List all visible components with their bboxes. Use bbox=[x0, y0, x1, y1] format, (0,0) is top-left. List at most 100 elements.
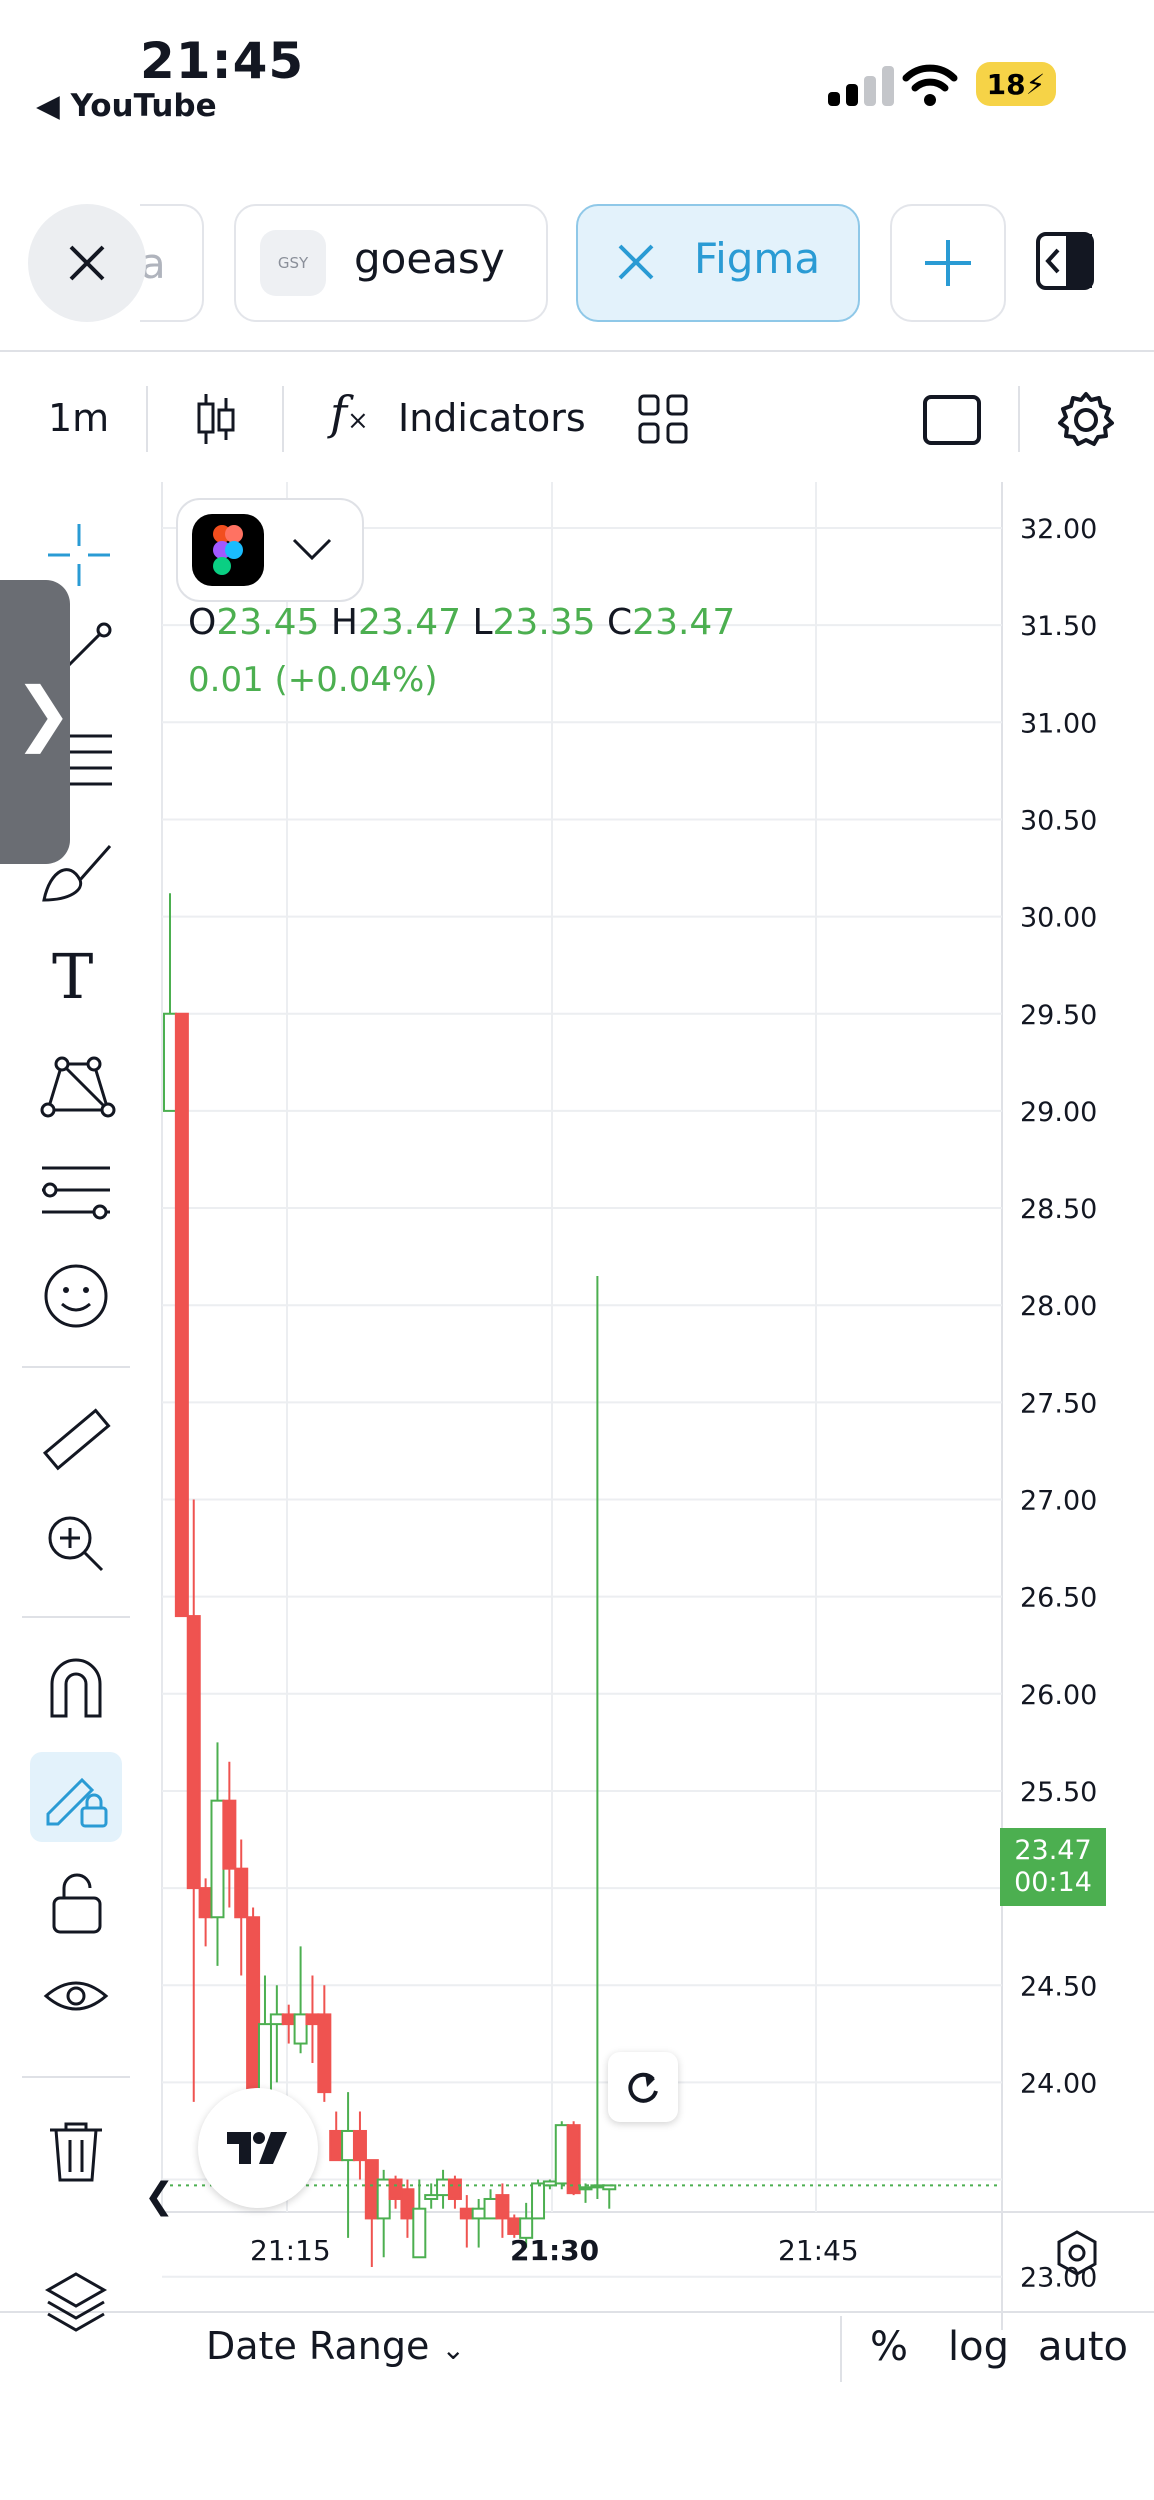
tab-partial[interactable]: a bbox=[140, 204, 204, 322]
time-axis-label: 21:45 bbox=[778, 2234, 859, 2267]
interval-button[interactable]: 1m bbox=[48, 396, 109, 440]
close-key: C bbox=[607, 602, 633, 643]
candle-body bbox=[210, 1799, 225, 1919]
candle-body bbox=[329, 2129, 344, 2162]
zoom-in-icon[interactable] bbox=[44, 1512, 108, 1576]
candle-body bbox=[234, 1867, 249, 1919]
indicators-button[interactable]: Indicators bbox=[398, 396, 586, 440]
candlestick-chart[interactable]: 32.00 31.50 31.00 30.50 30.00 29.50 29.00 28.50… bbox=[0, 482, 1154, 2330]
text-tool-icon[interactable]: T bbox=[52, 940, 93, 1013]
candles-chart-type-icon[interactable] bbox=[194, 392, 238, 446]
candle-body bbox=[507, 2217, 522, 2235]
price-axis-label: 30.50 bbox=[1020, 805, 1097, 836]
close-tab-icon[interactable] bbox=[616, 242, 656, 282]
open-value: 23.45 bbox=[216, 602, 320, 643]
wifi-icon bbox=[902, 64, 958, 106]
price-axis-label: 31.50 bbox=[1020, 611, 1097, 642]
close-icon bbox=[69, 245, 105, 281]
price-axis-label: 28.50 bbox=[1020, 1194, 1097, 1225]
symbol-selector[interactable] bbox=[176, 498, 364, 602]
candle-body bbox=[424, 2194, 439, 2200]
tab-goeasy-label: goeasy bbox=[354, 234, 505, 283]
goeasy-badge: GSY bbox=[260, 230, 326, 296]
ruler-icon[interactable] bbox=[38, 1402, 114, 1478]
axis-settings-icon[interactable] bbox=[1052, 2228, 1102, 2278]
close-value: 23.47 bbox=[632, 602, 736, 643]
low-key: L bbox=[472, 602, 493, 643]
candle-body bbox=[198, 1887, 213, 1919]
templates-grid-icon[interactable] bbox=[638, 394, 688, 444]
price-axis-label: 24.50 bbox=[1020, 1971, 1097, 2002]
date-range-label: Date Range bbox=[206, 2324, 430, 2368]
price-axis-label: 29.50 bbox=[1020, 1000, 1097, 1031]
layout-icon[interactable] bbox=[922, 394, 982, 446]
high-key: H bbox=[330, 602, 358, 643]
candle-body bbox=[163, 1012, 177, 1112]
lock-drawing-button[interactable] bbox=[30, 1752, 122, 1842]
percent-scale-button[interactable]: % bbox=[870, 2324, 908, 2370]
bar-countdown: 00:14 bbox=[1014, 1867, 1092, 1898]
candle-body bbox=[447, 2178, 462, 2200]
collapse-toolbar-arrow[interactable]: ❮ bbox=[144, 2176, 174, 2217]
candle-body bbox=[602, 2184, 617, 2191]
auto-scale-button[interactable]: auto bbox=[1038, 2324, 1128, 2370]
charging-icon: ⚡ bbox=[1025, 67, 1046, 101]
layers-icon[interactable] bbox=[44, 2270, 108, 2334]
candle-body bbox=[566, 2124, 581, 2195]
chevron-right-icon: ❯ bbox=[14, 672, 73, 754]
tab-figma[interactable]: Figma bbox=[576, 204, 860, 322]
price-axis-label: 32.00 bbox=[1020, 514, 1097, 545]
low-value: 23.35 bbox=[492, 602, 596, 643]
log-scale-button[interactable]: log bbox=[948, 2324, 1009, 2370]
chevron-down-icon: ⌄ bbox=[441, 2333, 465, 2366]
status-time: 21:45 bbox=[140, 32, 305, 90]
figma-logo-icon bbox=[192, 514, 264, 586]
toolbar-divider bbox=[282, 386, 284, 452]
price-axis-label: 30.00 bbox=[1020, 903, 1097, 934]
bottom-divider bbox=[840, 2316, 842, 2382]
close-tabs-button[interactable] bbox=[28, 204, 146, 322]
price-axis-label: 26.00 bbox=[1020, 1680, 1097, 1711]
candle-body bbox=[281, 2013, 296, 2026]
left-toolbar-divider bbox=[22, 2076, 130, 2078]
candle-body bbox=[578, 2186, 593, 2191]
panel-toggle-icon[interactable] bbox=[1036, 232, 1094, 290]
settings-gear-icon[interactable] bbox=[1056, 390, 1116, 450]
forecast-icon[interactable] bbox=[40, 1160, 112, 1220]
crosshair-icon[interactable] bbox=[44, 520, 114, 590]
last-price: 23.47 bbox=[1014, 1834, 1092, 1866]
side-drawer-handle[interactable]: ❯ bbox=[0, 580, 73, 864]
price-axis-label: 24.00 bbox=[1020, 2068, 1097, 2099]
price-axis-label: 27.00 bbox=[1020, 1486, 1097, 1517]
toolbar-divider bbox=[146, 386, 148, 452]
tradingview-logo[interactable] bbox=[198, 2088, 318, 2208]
candle-body bbox=[352, 2129, 367, 2162]
unlock-icon[interactable] bbox=[50, 1870, 104, 1936]
trash-icon[interactable] bbox=[48, 2120, 104, 2184]
add-tab-button[interactable] bbox=[890, 204, 1006, 322]
high-value: 23.47 bbox=[357, 602, 461, 643]
tradingview-logo-icon bbox=[227, 2132, 287, 2164]
price-axis-label: 28.00 bbox=[1020, 1291, 1097, 1322]
candle-body bbox=[364, 2159, 379, 2220]
reset-chart-button[interactable] bbox=[608, 2052, 678, 2122]
function-icon[interactable]: f× bbox=[330, 386, 369, 440]
price-axis-label: 27.50 bbox=[1020, 1388, 1097, 1419]
candle-body bbox=[246, 1916, 261, 2103]
candle-body bbox=[436, 2178, 451, 2197]
time-axis-label: 21:15 bbox=[250, 2234, 331, 2267]
change-value: 0.01 (+0.04%) bbox=[188, 660, 438, 700]
candle-body bbox=[305, 2013, 320, 2026]
price-axis-label: 26.50 bbox=[1020, 1583, 1097, 1614]
pattern-icon[interactable] bbox=[40, 1050, 116, 1120]
tab-goeasy[interactable]: GSY goeasy bbox=[234, 204, 548, 322]
date-range-button[interactable]: Date Range ⌄ bbox=[206, 2324, 465, 2368]
battery-indicator: 18 ⚡ bbox=[976, 62, 1056, 106]
candle-body bbox=[174, 1012, 189, 1618]
magnet-icon[interactable] bbox=[48, 1656, 104, 1718]
emoji-icon[interactable] bbox=[42, 1262, 110, 1330]
eye-icon[interactable] bbox=[42, 1974, 116, 2040]
left-toolbar-divider bbox=[22, 1616, 130, 1618]
back-to-app-link[interactable]: ◀ YouTube bbox=[36, 88, 217, 124]
reset-icon bbox=[628, 2072, 658, 2103]
